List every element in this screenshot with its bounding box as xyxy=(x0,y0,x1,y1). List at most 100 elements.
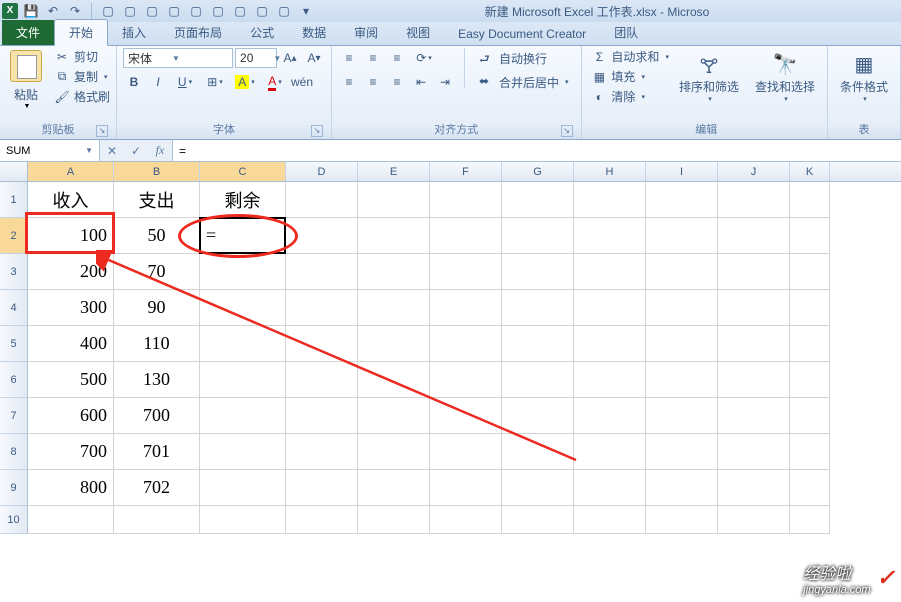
cell-D4[interactable] xyxy=(286,290,358,326)
cell-F7[interactable] xyxy=(430,398,502,434)
sort-filter-button[interactable]: 🝖 排序和筛选 ▾ xyxy=(673,48,745,105)
cell-K10[interactable] xyxy=(790,506,830,534)
cell-B7[interactable]: 700 xyxy=(114,398,200,434)
bold-button[interactable]: B xyxy=(123,72,145,92)
cell-G10[interactable] xyxy=(502,506,574,534)
cell-I3[interactable] xyxy=(646,254,718,290)
cell-F8[interactable] xyxy=(430,434,502,470)
qat-icon-7[interactable]: ▢ xyxy=(231,2,249,20)
col-header-A[interactable]: A xyxy=(28,162,114,181)
cell-K5[interactable] xyxy=(790,326,830,362)
cell-G6[interactable] xyxy=(502,362,574,398)
cell-F5[interactable] xyxy=(430,326,502,362)
cell-E10[interactable] xyxy=(358,506,430,534)
insert-function-button[interactable]: fx xyxy=(148,143,172,158)
file-tab[interactable]: 文件 xyxy=(2,20,54,45)
cell-G7[interactable] xyxy=(502,398,574,434)
copy-button[interactable]: ⧉复制▾ xyxy=(54,68,110,85)
cell-E9[interactable] xyxy=(358,470,430,506)
font-name-select[interactable]: 宋体▼ xyxy=(123,48,233,68)
cell-A8[interactable]: 700 xyxy=(28,434,114,470)
cell-B6[interactable]: 130 xyxy=(114,362,200,398)
cell-I7[interactable] xyxy=(646,398,718,434)
cell-C7[interactable] xyxy=(200,398,286,434)
row-header-6[interactable]: 6 xyxy=(0,362,28,398)
col-header-B[interactable]: B xyxy=(114,162,200,181)
col-header-E[interactable]: E xyxy=(358,162,430,181)
row-header-10[interactable]: 10 xyxy=(0,506,28,534)
cell-K9[interactable] xyxy=(790,470,830,506)
autosum-button[interactable]: Σ自动求和▾ xyxy=(591,48,669,65)
qat-icon-8[interactable]: ▢ xyxy=(253,2,271,20)
cell-K2[interactable] xyxy=(790,218,830,254)
cell-J9[interactable] xyxy=(718,470,790,506)
align-right-button[interactable]: ≡ xyxy=(386,72,408,92)
cell-H7[interactable] xyxy=(574,398,646,434)
cell-C9[interactable] xyxy=(200,470,286,506)
cell-A7[interactable]: 600 xyxy=(28,398,114,434)
cell-D6[interactable] xyxy=(286,362,358,398)
merge-center-button[interactable]: ⬌合并后居中▾ xyxy=(473,72,575,92)
cell-G4[interactable] xyxy=(502,290,574,326)
cell-C4[interactable] xyxy=(200,290,286,326)
qat-icon-3[interactable]: ▢ xyxy=(143,2,161,20)
cell-E8[interactable] xyxy=(358,434,430,470)
col-header-J[interactable]: J xyxy=(718,162,790,181)
cell-H3[interactable] xyxy=(574,254,646,290)
row-header-4[interactable]: 4 xyxy=(0,290,28,326)
cell-C1[interactable]: 剩余 xyxy=(200,182,286,218)
cell-A10[interactable] xyxy=(28,506,114,534)
cell-E7[interactable] xyxy=(358,398,430,434)
cell-E2[interactable] xyxy=(358,218,430,254)
decrease-font-button[interactable]: A▾ xyxy=(303,48,325,68)
fill-color-button[interactable]: A▾ xyxy=(231,72,259,92)
cell-K1[interactable] xyxy=(790,182,830,218)
cell-A2[interactable]: 100 xyxy=(28,218,114,254)
cell-B4[interactable]: 90 xyxy=(114,290,200,326)
cell-A6[interactable]: 500 xyxy=(28,362,114,398)
align-center-button[interactable]: ≡ xyxy=(362,72,384,92)
col-header-I[interactable]: I xyxy=(646,162,718,181)
tab-review[interactable]: 审阅 xyxy=(340,20,392,45)
cell-J5[interactable] xyxy=(718,326,790,362)
col-header-K[interactable]: K xyxy=(790,162,830,181)
col-header-H[interactable]: H xyxy=(574,162,646,181)
cell-C6[interactable] xyxy=(200,362,286,398)
tab-team[interactable]: 团队 xyxy=(600,20,652,45)
col-header-D[interactable]: D xyxy=(286,162,358,181)
cell-F10[interactable] xyxy=(430,506,502,534)
cell-B9[interactable]: 702 xyxy=(114,470,200,506)
conditional-format-button[interactable]: ▦ 条件格式 ▾ xyxy=(834,48,894,105)
orientation-button[interactable]: ⟳▾ xyxy=(410,48,438,68)
cell-D2[interactable] xyxy=(286,218,358,254)
tab-view[interactable]: 视图 xyxy=(392,20,444,45)
font-color-button[interactable]: A▾ xyxy=(261,72,289,92)
cell-H6[interactable] xyxy=(574,362,646,398)
indent-increase-button[interactable]: ⇥ xyxy=(434,72,456,92)
cell-H1[interactable] xyxy=(574,182,646,218)
format-painter-button[interactable]: 🖌格式刷 xyxy=(54,88,110,105)
formula-input[interactable]: = xyxy=(173,140,901,161)
row-header-2[interactable]: 2 xyxy=(0,218,28,254)
cell-A9[interactable]: 800 xyxy=(28,470,114,506)
cell-I4[interactable] xyxy=(646,290,718,326)
cell-H4[interactable] xyxy=(574,290,646,326)
dialog-launcher-icon[interactable]: ↘ xyxy=(561,125,573,137)
redo-icon[interactable]: ↷ xyxy=(66,2,84,20)
cell-F9[interactable] xyxy=(430,470,502,506)
cell-I1[interactable] xyxy=(646,182,718,218)
cell-C8[interactable] xyxy=(200,434,286,470)
cell-C3[interactable] xyxy=(200,254,286,290)
underline-button[interactable]: U▾ xyxy=(171,72,199,92)
cell-K8[interactable] xyxy=(790,434,830,470)
find-select-button[interactable]: 🔭 查找和选择 ▾ xyxy=(749,48,821,105)
cut-button[interactable]: ✂剪切 xyxy=(54,48,110,65)
cell-H8[interactable] xyxy=(574,434,646,470)
cell-J4[interactable] xyxy=(718,290,790,326)
cell-J6[interactable] xyxy=(718,362,790,398)
cell-B2[interactable]: 50 xyxy=(114,218,200,254)
save-icon[interactable]: 💾 xyxy=(22,2,40,20)
cell-F6[interactable] xyxy=(430,362,502,398)
cell-B10[interactable] xyxy=(114,506,200,534)
cell-C2[interactable]: = xyxy=(200,218,286,254)
